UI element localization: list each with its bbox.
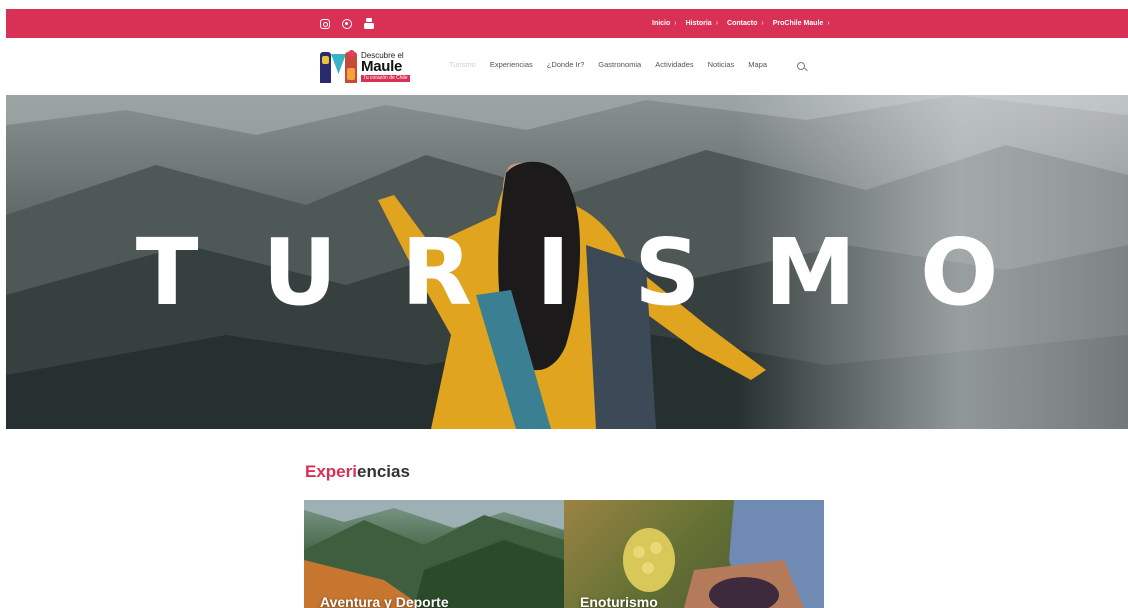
top-link-contacto[interactable]: Contacto › [727,20,764,27]
section-title-rest: encias [356,462,410,481]
nav-item-gastronomia[interactable]: Gastronomia [598,60,641,69]
chevron-right-icon: › [674,20,677,27]
chevron-right-icon: › [827,20,830,27]
nav-item-mapa[interactable]: Mapa [748,60,767,69]
top-link-inicio[interactable]: Inicio › [652,20,677,27]
card-label: Aventura y Deporte [320,594,449,608]
card-image [564,500,824,608]
nav-item-noticias[interactable]: Noticias [708,60,735,69]
site-header: Descubre el Maule Tu corazón de Chile Tu… [0,38,1128,95]
top-links: Inicio › Historia › Contacto › ProChile … [652,9,830,38]
experience-card-enoturismo[interactable]: Enoturismo [564,500,824,608]
logo-mark-icon [320,50,358,84]
search-icon[interactable] [797,62,805,70]
nav-item-experiencias[interactable]: Experiencias [490,60,533,69]
hero-banner: TURISMO [6,95,1128,429]
section-title-accent: Experi [305,462,357,481]
experience-card-aventura[interactable]: Aventura y Deporte [304,500,564,608]
site-logo[interactable]: Descubre el Maule Tu corazón de Chile [320,50,410,84]
nav-item-donde-ir[interactable]: ¿Donde Ir? [547,60,585,69]
section-title-experiencias: Experiencias [305,462,410,482]
top-link-label: ProChile Maule [772,20,824,27]
top-link-label: Contacto [727,20,758,27]
logo-tagline: Tu corazón de Chile [361,75,410,82]
tripadvisor-icon[interactable] [342,18,352,29]
hero-title: TURISMO [135,219,1063,326]
nav-item-turismo[interactable]: Turismo [449,60,476,69]
card-image [304,500,564,608]
chevron-right-icon: › [761,20,764,27]
top-link-label: Historia [685,20,712,27]
card-label: Enoturismo [580,594,658,608]
top-link-prochile-maule[interactable]: ProChile Maule › [773,20,830,27]
chevron-right-icon: › [715,20,719,27]
logo-line2: Maule [361,58,403,75]
top-bar: Inicio › Historia › Contacto › ProChile … [6,9,1128,38]
youtube-icon[interactable] [364,18,374,29]
nav-item-actividades[interactable]: Actividades [655,60,693,69]
main-nav: Turismo Experiencias ¿Donde Ir? Gastrono… [449,60,767,69]
top-link-label: Inicio [652,20,671,27]
instagram-icon[interactable] [320,18,330,29]
top-link-historia[interactable]: Historia › [686,20,718,27]
social-links [320,9,374,38]
